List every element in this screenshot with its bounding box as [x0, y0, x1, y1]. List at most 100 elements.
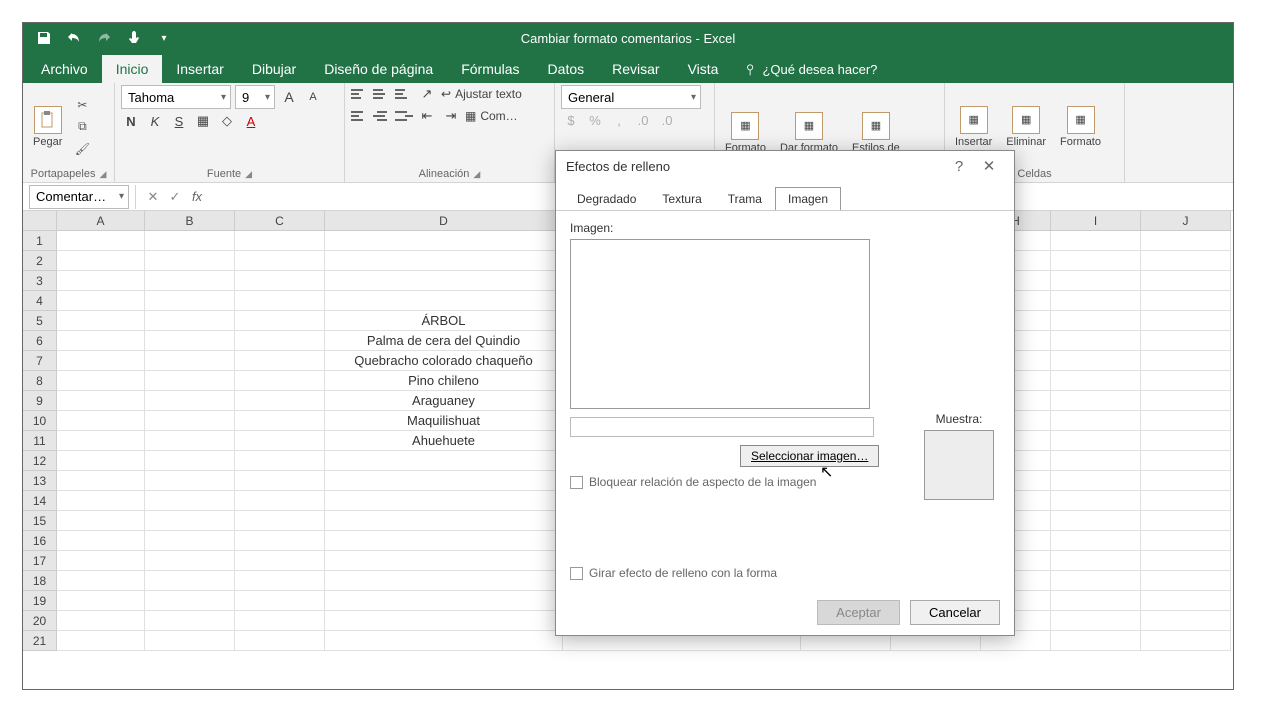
cell-D4[interactable]	[325, 291, 563, 311]
cell-J19[interactable]	[1141, 591, 1231, 611]
cell-D5[interactable]: ÁRBOL	[325, 311, 563, 331]
cell-J10[interactable]	[1141, 411, 1231, 431]
cell-I5[interactable]	[1051, 311, 1141, 331]
cell-I11[interactable]	[1051, 431, 1141, 451]
cell-J20[interactable]	[1141, 611, 1231, 631]
cell-C16[interactable]	[235, 531, 325, 551]
cell-B9[interactable]	[145, 391, 235, 411]
cell-J5[interactable]	[1141, 311, 1231, 331]
cell-A5[interactable]	[57, 311, 145, 331]
cell-I19[interactable]	[1051, 591, 1141, 611]
cell-I6[interactable]	[1051, 331, 1141, 351]
cell-C13[interactable]	[235, 471, 325, 491]
cell-I3[interactable]	[1051, 271, 1141, 291]
increase-decimal-icon[interactable]: .0	[633, 113, 653, 128]
cell-I18[interactable]	[1051, 571, 1141, 591]
cell-C7[interactable]	[235, 351, 325, 371]
cell-B10[interactable]	[145, 411, 235, 431]
cell-J11[interactable]	[1141, 431, 1231, 451]
font-size-combo[interactable]: 9	[235, 85, 275, 109]
align-left-icon[interactable]	[351, 107, 369, 125]
percent-icon[interactable]: %	[585, 113, 605, 128]
comma-icon[interactable]: ,	[609, 113, 629, 128]
copy-icon[interactable]: ⧉	[72, 117, 92, 137]
cell-J21[interactable]	[1141, 631, 1231, 651]
cell-I13[interactable]	[1051, 471, 1141, 491]
rotate-fill-checkbox[interactable]	[570, 567, 583, 580]
dialog-tab-imagen[interactable]: Imagen	[775, 187, 841, 211]
cell-B11[interactable]	[145, 431, 235, 451]
cell-D16[interactable]	[325, 531, 563, 551]
cell-B8[interactable]	[145, 371, 235, 391]
cell-B21[interactable]	[145, 631, 235, 651]
cell-D10[interactable]: Maquilishuat	[325, 411, 563, 431]
cell-J1[interactable]	[1141, 231, 1231, 251]
cell-C1[interactable]	[235, 231, 325, 251]
orientation-icon[interactable]: ↗	[417, 86, 437, 102]
align-bottom-icon[interactable]	[395, 85, 413, 103]
image-path-field[interactable]	[570, 417, 874, 437]
cell-B1[interactable]	[145, 231, 235, 251]
cell-C12[interactable]	[235, 451, 325, 471]
cell-C19[interactable]	[235, 591, 325, 611]
number-format-combo[interactable]: General	[561, 85, 701, 109]
cell-A2[interactable]	[57, 251, 145, 271]
row-header-20[interactable]: 20	[23, 611, 57, 631]
cell-B14[interactable]	[145, 491, 235, 511]
ribbon-tab-inicio[interactable]: Inicio	[102, 55, 163, 83]
cell-B13[interactable]	[145, 471, 235, 491]
cell-styles-button[interactable]: ▦Estilos de	[848, 110, 904, 156]
cell-I2[interactable]	[1051, 251, 1141, 271]
cell-C5[interactable]	[235, 311, 325, 331]
ribbon-tab-diseño-de-página[interactable]: Diseño de página	[310, 55, 447, 83]
cancel-button[interactable]: Cancelar	[910, 600, 1000, 625]
cell-D6[interactable]: Palma de cera del Quindio	[325, 331, 563, 351]
cell-D21[interactable]	[325, 631, 563, 651]
cell-A14[interactable]	[57, 491, 145, 511]
cell-B6[interactable]	[145, 331, 235, 351]
currency-icon[interactable]: $	[561, 113, 581, 128]
ribbon-tab-dibujar[interactable]: Dibujar	[238, 55, 310, 83]
cell-B5[interactable]	[145, 311, 235, 331]
tell-me-search[interactable]: ¿Qué desea hacer?	[732, 56, 889, 83]
cell-J8[interactable]	[1141, 371, 1231, 391]
qat-customize-icon[interactable]: ▾	[151, 25, 177, 51]
cell-D15[interactable]	[325, 511, 563, 531]
cell-C15[interactable]	[235, 511, 325, 531]
cell-C10[interactable]	[235, 411, 325, 431]
cell-J15[interactable]	[1141, 511, 1231, 531]
cell-J14[interactable]	[1141, 491, 1231, 511]
align-top-icon[interactable]	[351, 85, 369, 103]
cell-D7[interactable]: Quebracho colorado chaqueño	[325, 351, 563, 371]
row-header-14[interactable]: 14	[23, 491, 57, 511]
ribbon-tab-vista[interactable]: Vista	[674, 55, 733, 83]
cell-J7[interactable]	[1141, 351, 1231, 371]
cell-B20[interactable]	[145, 611, 235, 631]
cell-I16[interactable]	[1051, 531, 1141, 551]
ok-button[interactable]: Aceptar	[817, 600, 900, 625]
cell-A1[interactable]	[57, 231, 145, 251]
dialog-tab-trama[interactable]: Trama	[715, 187, 775, 211]
cell-A12[interactable]	[57, 451, 145, 471]
touch-mode-icon[interactable]	[121, 25, 147, 51]
font-name-combo[interactable]: Tahoma	[121, 85, 231, 109]
cell-A11[interactable]	[57, 431, 145, 451]
cell-A20[interactable]	[57, 611, 145, 631]
cell-D17[interactable]	[325, 551, 563, 571]
enter-formula-icon[interactable]: ✓	[164, 189, 186, 205]
ribbon-tab-insertar[interactable]: Insertar	[162, 55, 237, 83]
cell-A7[interactable]	[57, 351, 145, 371]
ribbon-tab-fórmulas[interactable]: Fórmulas	[447, 55, 533, 83]
format-as-table-button[interactable]: ▦Dar formato	[776, 110, 842, 156]
row-header-3[interactable]: 3	[23, 271, 57, 291]
row-header-13[interactable]: 13	[23, 471, 57, 491]
cell-C20[interactable]	[235, 611, 325, 631]
align-middle-icon[interactable]	[373, 85, 391, 103]
cell-C11[interactable]	[235, 431, 325, 451]
cell-B17[interactable]	[145, 551, 235, 571]
cell-B12[interactable]	[145, 451, 235, 471]
cell-I14[interactable]	[1051, 491, 1141, 511]
cell-A17[interactable]	[57, 551, 145, 571]
cell-B3[interactable]	[145, 271, 235, 291]
decrease-font-icon[interactable]: A	[303, 91, 323, 103]
